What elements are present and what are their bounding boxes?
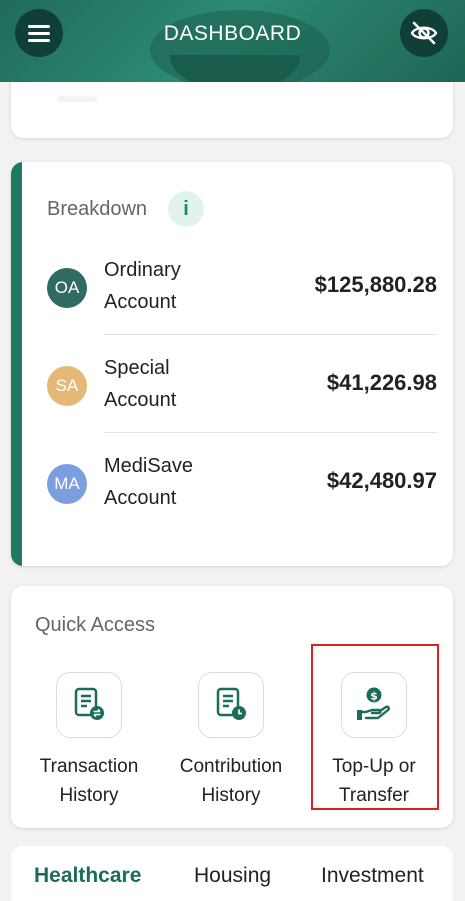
account-badge: OA bbox=[47, 268, 87, 308]
highlight-box bbox=[311, 644, 439, 810]
account-name: Special Account bbox=[104, 357, 177, 411]
account-row-special[interactable]: SA Special Account $41,226.98 bbox=[47, 336, 437, 434]
info-icon[interactable]: i bbox=[168, 191, 204, 227]
account-row-ordinary[interactable]: OA Ordinary Account $125,880.28 bbox=[47, 238, 437, 336]
eye-slash-icon bbox=[410, 21, 438, 45]
account-name: MediSave Account bbox=[104, 455, 193, 509]
transaction-history-button[interactable]: Transaction History bbox=[19, 670, 159, 810]
account-row-medisave[interactable]: MA MediSave Account $42,480.97 bbox=[47, 434, 437, 532]
hamburger-menu-icon bbox=[28, 21, 50, 46]
menu-button[interactable] bbox=[15, 9, 63, 57]
balance-card bbox=[11, 82, 453, 138]
quick-access-card: Quick Access Transaction History Contrib… bbox=[11, 586, 453, 828]
page-title: DASHBOARD bbox=[163, 22, 302, 45]
account-name: Ordinary Account bbox=[104, 259, 181, 313]
quick-access-title: Quick Access bbox=[35, 614, 156, 636]
contribution-history-icon bbox=[216, 687, 246, 720]
transaction-history-icon bbox=[74, 687, 104, 720]
toggle-visibility-button[interactable] bbox=[400, 9, 448, 57]
quick-access-label: Transaction History bbox=[39, 756, 139, 806]
divider bbox=[104, 432, 437, 433]
account-badge: MA bbox=[47, 464, 87, 504]
account-amount: $41,226.98 bbox=[326, 370, 437, 395]
breakdown-card: Breakdown i OA Ordinary Account $125,880… bbox=[11, 162, 453, 566]
account-badge: SA bbox=[47, 366, 87, 406]
account-amount: $42,480.97 bbox=[326, 468, 437, 493]
account-amount: $125,880.28 bbox=[314, 272, 437, 297]
tab-healthcare[interactable]: Healthcare bbox=[34, 864, 141, 888]
divider bbox=[104, 334, 437, 335]
quick-access-label: Contribution History bbox=[179, 756, 283, 806]
card-accent-bar bbox=[11, 162, 22, 566]
tab-housing[interactable]: Housing bbox=[194, 864, 271, 888]
contribution-history-button[interactable]: Contribution History bbox=[161, 670, 301, 810]
category-tabs: Healthcare Housing Investment bbox=[11, 846, 453, 901]
tab-investment[interactable]: Investment bbox=[321, 864, 424, 888]
breakdown-title: Breakdown bbox=[47, 198, 148, 220]
